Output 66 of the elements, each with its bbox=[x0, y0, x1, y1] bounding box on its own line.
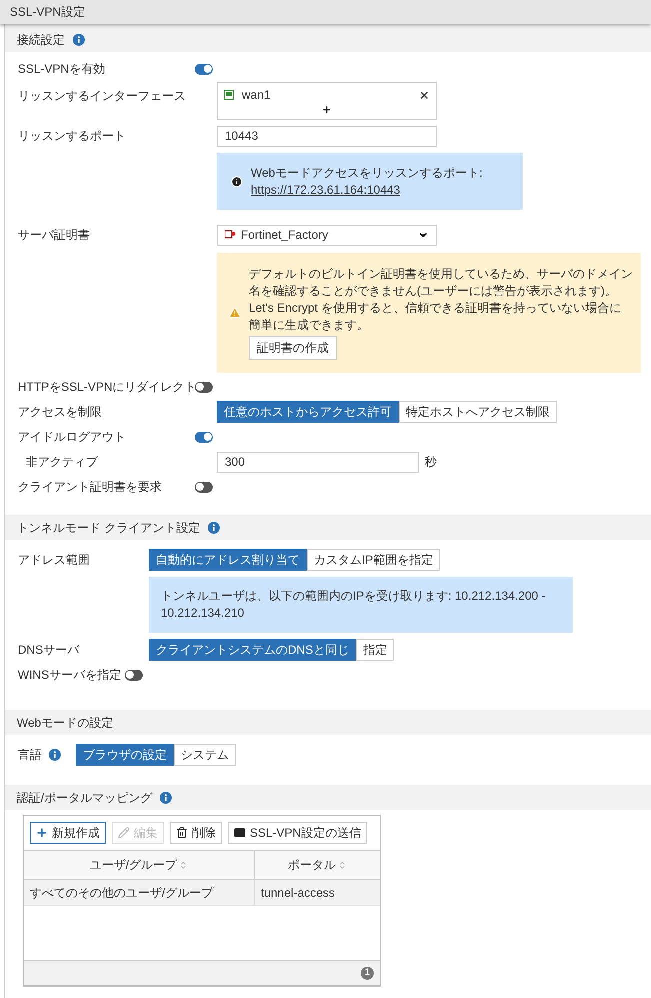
plus-icon bbox=[36, 827, 48, 839]
info-icon bbox=[231, 176, 243, 188]
field-label: 非アクティブ bbox=[26, 455, 98, 469]
segment-option[interactable]: ブラウザの設定 bbox=[76, 744, 174, 766]
section-title: Webモードの設定 bbox=[17, 714, 114, 732]
info-text: Webモードアクセスをリッスンするポート: bbox=[251, 164, 483, 182]
field-label: アドレス範囲 bbox=[18, 552, 90, 569]
trash-icon bbox=[176, 827, 188, 839]
field-label: リッスンするインターフェース bbox=[18, 89, 186, 103]
toggle-switch[interactable] bbox=[195, 382, 213, 392]
toggle-switch[interactable] bbox=[195, 64, 213, 74]
field-label: WINSサーバを指定 bbox=[18, 668, 122, 682]
certificate-icon bbox=[225, 230, 236, 240]
segment-option[interactable]: 特定ホストへアクセス制限 bbox=[399, 401, 557, 423]
section-title: 認証/ポータルマッピング bbox=[17, 790, 152, 806]
warning-text: デフォルトのビルトイン証明書を使用しているため、サーバのドメイン名を確認することができません(ユーザーには警告が表示されます)。Let's Encrypt を使用すると、信頼できる証明書を持っていない場合に簡単に生成できます。 bbox=[249, 266, 633, 334]
info-icon bbox=[73, 34, 85, 46]
sort-icon bbox=[338, 860, 347, 870]
toggle-switch[interactable] bbox=[195, 482, 213, 492]
field-label: サーバ証明書 bbox=[18, 228, 90, 242]
table-cell: すべてのその他のユーザ/グループ bbox=[24, 880, 255, 905]
field-label: アクセスを制限 bbox=[18, 404, 102, 421]
column-header[interactable]: ポータル bbox=[255, 851, 380, 879]
field-label: DNSサーバ bbox=[18, 642, 80, 659]
text-field[interactable]: 10443 bbox=[217, 126, 437, 146]
window-title: SSL-VPN設定 bbox=[10, 4, 86, 21]
create-certificate-button[interactable]: 証明書の作成 bbox=[249, 336, 337, 360]
interface-name: wan1 bbox=[242, 87, 271, 104]
pencil-icon bbox=[118, 827, 130, 839]
certificate-select[interactable]: Fortinet_Factory bbox=[217, 224, 437, 246]
field-label: アイドルログアウト bbox=[18, 430, 126, 444]
sort-icon bbox=[179, 860, 188, 870]
count-badge: 1 bbox=[361, 966, 374, 980]
info-icon bbox=[208, 522, 220, 534]
toolbar-button[interactable]: 新規作成 bbox=[30, 822, 106, 844]
field-label: SSL-VPNを有効 bbox=[18, 62, 106, 76]
section-title: トンネルモード クライアント設定 bbox=[17, 520, 200, 536]
column-header[interactable]: ユーザ/グループ bbox=[24, 851, 255, 879]
section-title: 接続設定 bbox=[17, 32, 65, 48]
port-link[interactable]: https://172.23.61.164:10443 bbox=[251, 182, 483, 198]
info-icon bbox=[160, 792, 172, 804]
info-text: トンネルユーザは、以下の範囲内のIPを受け取ります: 10.212.134.200 - 10.212.134.210 bbox=[161, 588, 547, 622]
segment-option[interactable]: システム bbox=[174, 744, 236, 766]
toolbar-button[interactable]: SSL-VPN設定の送信 bbox=[228, 822, 368, 844]
warning-icon bbox=[229, 307, 241, 319]
field-label: HTTPをSSL-VPNにリダイレクト bbox=[18, 380, 197, 394]
remove-icon[interactable] bbox=[419, 90, 430, 100]
interface-list[interactable]: wan1 bbox=[217, 82, 437, 120]
info-icon bbox=[49, 749, 61, 761]
toggle-switch[interactable] bbox=[195, 432, 213, 442]
segment-option[interactable]: カスタムIP範囲を指定 bbox=[307, 549, 440, 571]
field-label: クライアント証明書を要求 bbox=[18, 480, 162, 494]
segment-option[interactable]: クライアントシステムのDNSと同じ bbox=[149, 639, 356, 661]
segment-option[interactable]: 指定 bbox=[356, 639, 394, 661]
toggle-switch[interactable] bbox=[125, 670, 144, 680]
toolbar-button[interactable]: 削除 bbox=[170, 822, 222, 844]
field-label: 言語 bbox=[18, 747, 42, 764]
add-icon[interactable] bbox=[322, 105, 332, 115]
select-value: Fortinet_Factory bbox=[241, 227, 328, 244]
segment-option[interactable]: 任意のホストからアクセス許可 bbox=[217, 401, 399, 423]
field-label: リッスンするポート bbox=[18, 129, 126, 143]
text-field[interactable]: 300 bbox=[217, 452, 419, 472]
port-icon bbox=[224, 90, 234, 100]
table-cell-text: tunnel-access bbox=[260, 884, 336, 902]
unit-label: 秒 bbox=[425, 454, 437, 471]
segment-option[interactable]: 自動的にアドレス割り当て bbox=[149, 549, 307, 571]
